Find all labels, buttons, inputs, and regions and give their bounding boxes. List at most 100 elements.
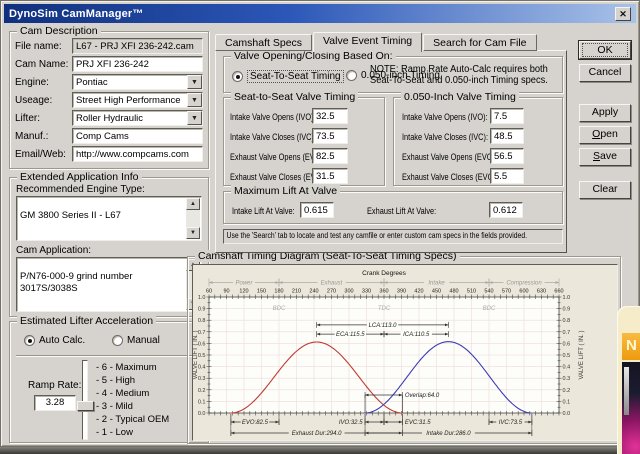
cancel-button[interactable]: Cancel — [579, 64, 631, 82]
svg-text:150: 150 — [257, 289, 266, 295]
cam-application-value: P/N76-000-9 grind number 3017S/3038S — [20, 271, 133, 294]
manuf-row: Manuf.: — [10, 127, 208, 145]
svg-text:0.5: 0.5 — [563, 353, 571, 359]
manuf-field[interactable] — [72, 128, 203, 144]
dropdown-arrow-icon[interactable]: ▼ — [187, 111, 202, 125]
seat-to-seat-radio[interactable]: Seat-To-Seat Timing — [232, 70, 344, 83]
tab-search-for-cam-file[interactable]: Search for Cam File — [423, 34, 537, 51]
slider-level-2: - 2 - Typical OEM — [96, 414, 170, 425]
inch-evc-field[interactable] — [490, 168, 524, 184]
engine-combo[interactable] — [72, 74, 203, 90]
email-web-row: Email/Web: — [10, 145, 208, 163]
open-button[interactable]: Open — [579, 126, 631, 144]
file-name-label: File name: — [15, 40, 62, 52]
slider-thumb[interactable] — [77, 401, 94, 411]
radio-icon[interactable] — [346, 70, 357, 81]
inch-ivc-field[interactable] — [490, 128, 524, 144]
cam-name-label: Cam Name: — [15, 58, 69, 70]
svg-text:0.8: 0.8 — [563, 318, 571, 324]
cam-application-textarea[interactable]: P/N76-000-9 grind number 3017S/3038S ▲ ▼ — [16, 257, 202, 312]
manuf-label: Manuf.: — [15, 130, 49, 142]
extended-info-group: Extended Application Info Recommended En… — [9, 171, 209, 317]
manual-radio[interactable]: Manual — [112, 335, 160, 346]
svg-text:0.0: 0.0 — [563, 411, 571, 417]
svg-text:540: 540 — [484, 289, 493, 295]
svg-text:510: 510 — [467, 289, 476, 295]
title-bar[interactable]: DynoSim CamManager™ ✕ — [4, 4, 636, 23]
note-line-1: NOTE: Ramp Rate Auto-Calc requires both — [370, 64, 548, 75]
dropdown-arrow-icon[interactable]: ▼ — [187, 75, 202, 89]
inch-evc-label: Exhaust Valve Closes (EVC): — [402, 172, 498, 182]
svg-text:0.8: 0.8 — [198, 318, 206, 324]
seat-evo-field[interactable] — [312, 148, 348, 164]
email-web-label: Email/Web: — [15, 148, 66, 160]
intake-lift-field[interactable] — [300, 202, 334, 218]
tab-camshaft-specs[interactable]: Camshaft Specs — [215, 34, 313, 51]
svg-text:180: 180 — [274, 289, 283, 295]
seat-to-seat-radio-label: Seat-To-Seat Timing — [247, 70, 344, 83]
svg-text:Crank Degrees: Crank Degrees — [362, 270, 406, 277]
auto-calc-radio[interactable]: Auto Calc. — [24, 335, 85, 346]
svg-text:BDC: BDC — [273, 306, 286, 312]
ad-body: N — [617, 306, 640, 454]
radio-icon[interactable] — [232, 71, 243, 82]
valve-basis-group: Valve Opening/Closing Based On: Seat-To-… — [223, 50, 563, 93]
inch-ivo-label: Intake Valve Opens (IVO): — [402, 112, 488, 122]
ok-button[interactable]: OK — [579, 41, 631, 59]
scrollbar[interactable]: ▲ ▼ — [186, 198, 200, 239]
exhaust-lift-field[interactable] — [489, 202, 523, 218]
lifter-accel-group: Estimated Lifter Acceleration Auto Calc.… — [9, 315, 209, 443]
cam-name-row: Cam Name: — [10, 55, 208, 73]
ramp-rate-slider[interactable] — [82, 360, 88, 440]
svg-text:240: 240 — [309, 289, 318, 295]
svg-text:0.2: 0.2 — [198, 388, 206, 394]
svg-text:1.0: 1.0 — [563, 295, 571, 301]
svg-text:BDC: BDC — [483, 306, 496, 312]
svg-text:0.1: 0.1 — [563, 399, 571, 405]
seat-ivo-field[interactable] — [312, 108, 348, 124]
cam-name-field[interactable] — [72, 56, 203, 72]
apply-button[interactable]: Apply — [579, 104, 631, 122]
inch-ivo-field[interactable] — [490, 108, 524, 124]
intake-lift-label: Intake Lift At Valve: — [232, 206, 295, 216]
close-icon[interactable]: ✕ — [615, 6, 631, 21]
svg-text:0.9: 0.9 — [198, 307, 206, 313]
lifter-row: Lifter: ▼ — [10, 109, 208, 127]
seat-evc-field[interactable] — [312, 168, 348, 184]
background-ad-overlay[interactable]: N — [617, 306, 640, 454]
svg-text:660: 660 — [554, 289, 563, 295]
radio-icon[interactable] — [112, 335, 123, 346]
svg-text:Overlap:64.0: Overlap:64.0 — [405, 393, 440, 399]
svg-text:300: 300 — [344, 289, 353, 295]
search-hint-text: Use the 'Search' tab to locate and test … — [226, 231, 527, 240]
scroll-down-icon[interactable]: ▼ — [186, 227, 200, 239]
svg-text:360: 360 — [379, 289, 388, 295]
useage-combo[interactable] — [72, 92, 203, 108]
svg-text:0.4: 0.4 — [563, 365, 571, 371]
email-web-field[interactable] — [72, 146, 203, 162]
timing-diagram-panel: 60 90 120 150 180 210 240 270 300 330 360 390 420 450… — [192, 264, 618, 441]
svg-text:Intake Dur:286.0: Intake Dur:286.0 — [426, 431, 471, 437]
dropdown-arrow-icon[interactable]: ▼ — [187, 93, 202, 107]
radio-icon[interactable] — [24, 335, 35, 346]
inch-evo-field[interactable] — [490, 148, 524, 164]
save-button[interactable]: Save — [579, 148, 631, 166]
seat-ivc-field[interactable] — [312, 128, 348, 144]
svg-text:VALVE LIFT ( IN. ): VALVE LIFT ( IN. ) — [579, 330, 585, 379]
svg-text:0.6: 0.6 — [563, 341, 571, 347]
tab-valve-event-timing[interactable]: Valve Event Timing — [313, 32, 423, 52]
svg-text:0.1: 0.1 — [198, 399, 206, 405]
svg-text:EVO:82.5: EVO:82.5 — [242, 420, 269, 426]
scroll-up-icon[interactable]: ▲ — [186, 198, 200, 210]
engine-type-textarea[interactable]: GM 3800 Series II - L67 ▲ ▼ — [16, 196, 202, 241]
svg-text:450: 450 — [432, 289, 441, 295]
svg-text:120: 120 — [239, 289, 248, 295]
ramp-rate-value: 3.28 — [34, 395, 76, 411]
clear-button[interactable]: Clear — [579, 181, 631, 199]
timing-diagram-group: Camshaft Timing Diagram (Seat-To-Seat Ti… — [187, 250, 621, 444]
svg-text:480: 480 — [449, 289, 458, 295]
lifter-combo[interactable] — [72, 110, 203, 126]
timing-chart: 60 90 120 150 180 210 240 270 300 330 360 390 420 450… — [193, 270, 585, 437]
background-window-edge — [0, 447, 640, 454]
inch-ivc-label: Intake Valve Closes (IVC): — [402, 132, 488, 142]
